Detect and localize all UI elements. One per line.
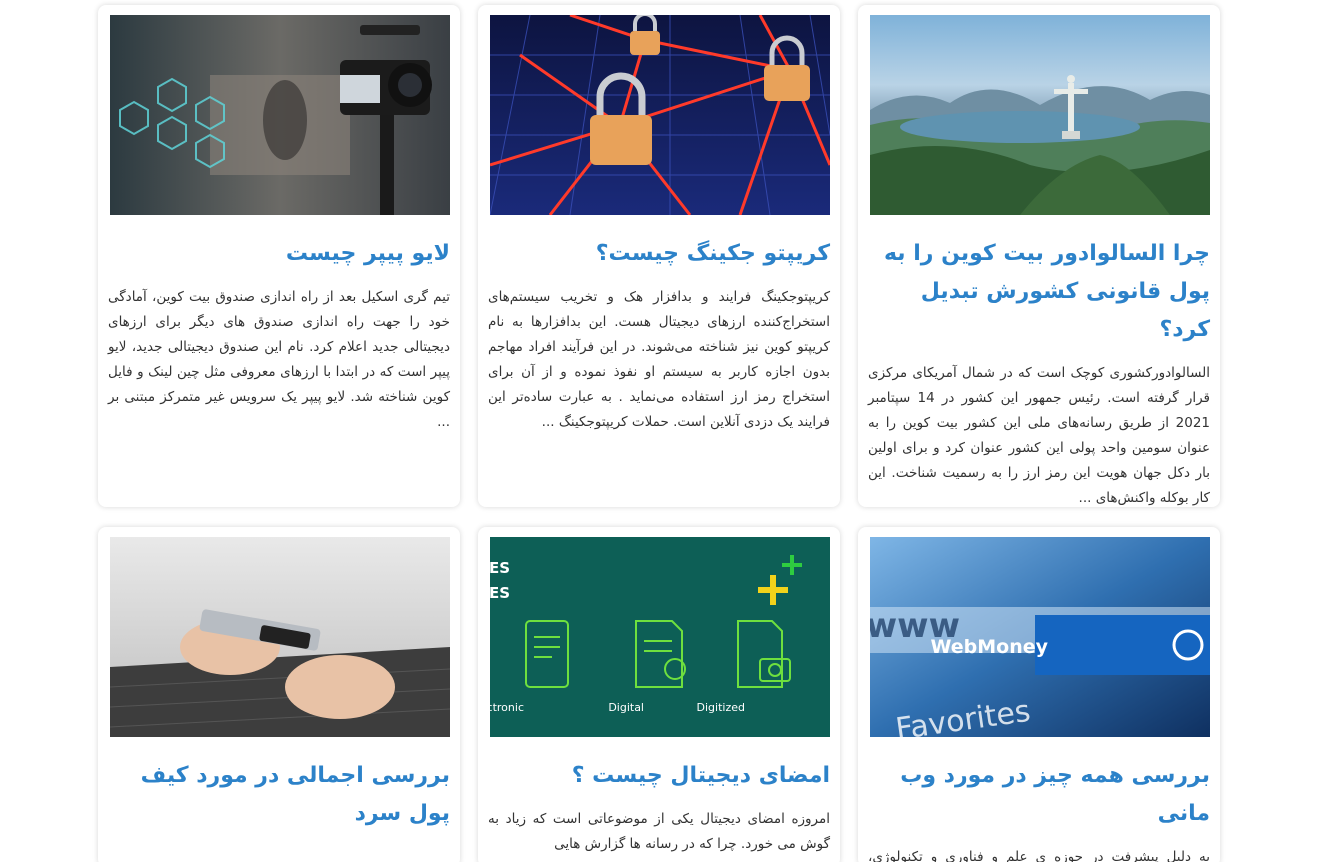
post-title[interactable]: امضای دیجیتال چیست ؟ xyxy=(488,757,830,795)
label-digital: Digital xyxy=(608,701,644,714)
webmoney-logo-text: WebMoney xyxy=(930,636,1048,658)
webmoney-image: http://www. Favorites WebMoney xyxy=(870,537,1210,737)
hardware-wallet-image xyxy=(110,537,450,737)
label-digitized: Digitized xyxy=(697,701,745,714)
post-card[interactable]: http://www. Favorites WebMoney بررسی همه… xyxy=(858,527,1220,862)
post-excerpt: تیم گری اسکیل بعد از راه اندازی صندوق بی… xyxy=(108,289,450,430)
infographic-heading-2: BETWEEN SIGNATURES xyxy=(490,584,510,602)
post-title[interactable]: کریپتو جکینگ چیست؟ xyxy=(488,235,830,273)
infographic-heading-1: THE DIFFERENCES xyxy=(490,559,510,577)
post-card[interactable]: بررسی اجمالی در مورد کیف پول سرد xyxy=(98,527,460,862)
post-card[interactable]: لایو پیپر چیست تیم گری اسکیل بعد از راه … xyxy=(98,5,460,507)
post-thumbnail[interactable] xyxy=(110,537,450,737)
padlock-network-image xyxy=(490,15,830,215)
post-thumbnail[interactable] xyxy=(490,15,830,215)
post-title[interactable]: بررسی همه چیز در مورد وب مانی xyxy=(868,757,1210,833)
post-excerpt: به دلیل پیشرفت در حوزه ی علم و فناوری و … xyxy=(868,849,1210,862)
post-card[interactable]: کریپتو جکینگ چیست؟ کریپتوجکینگ فرایند و … xyxy=(478,5,840,507)
post-thumbnail[interactable] xyxy=(870,15,1210,215)
rio-photo-image xyxy=(870,15,1210,215)
post-title[interactable]: بررسی اجمالی در مورد کیف پول سرد xyxy=(108,757,450,833)
signatures-infographic-image: THE DIFFERENCES BETWEEN SIGNATURES Elect… xyxy=(490,537,830,737)
post-thumbnail[interactable] xyxy=(110,15,450,215)
post-card[interactable]: چرا السالوادور بیت کوین را به پول قانونی… xyxy=(858,5,1220,507)
label-electronic: Electronic xyxy=(490,701,524,714)
post-title[interactable]: لایو پیپر چیست xyxy=(108,235,450,273)
post-thumbnail[interactable]: THE DIFFERENCES BETWEEN SIGNATURES Elect… xyxy=(490,537,830,737)
post-excerpt: کریپتوجکینگ فرایند و بدافزار هک و تخریب … xyxy=(488,289,830,430)
video-camera-image xyxy=(110,15,450,215)
post-thumbnail[interactable]: http://www. Favorites WebMoney xyxy=(870,537,1210,737)
post-card[interactable]: THE DIFFERENCES BETWEEN SIGNATURES Elect… xyxy=(478,527,840,862)
post-excerpt: امروزه امضای دیجیتال یکی از موضوعاتی است… xyxy=(488,811,830,852)
post-title[interactable]: چرا السالوادور بیت کوین را به پول قانونی… xyxy=(868,235,1210,349)
post-excerpt: السالوادورکشوری کوچک است که در شمال آمری… xyxy=(868,365,1210,506)
